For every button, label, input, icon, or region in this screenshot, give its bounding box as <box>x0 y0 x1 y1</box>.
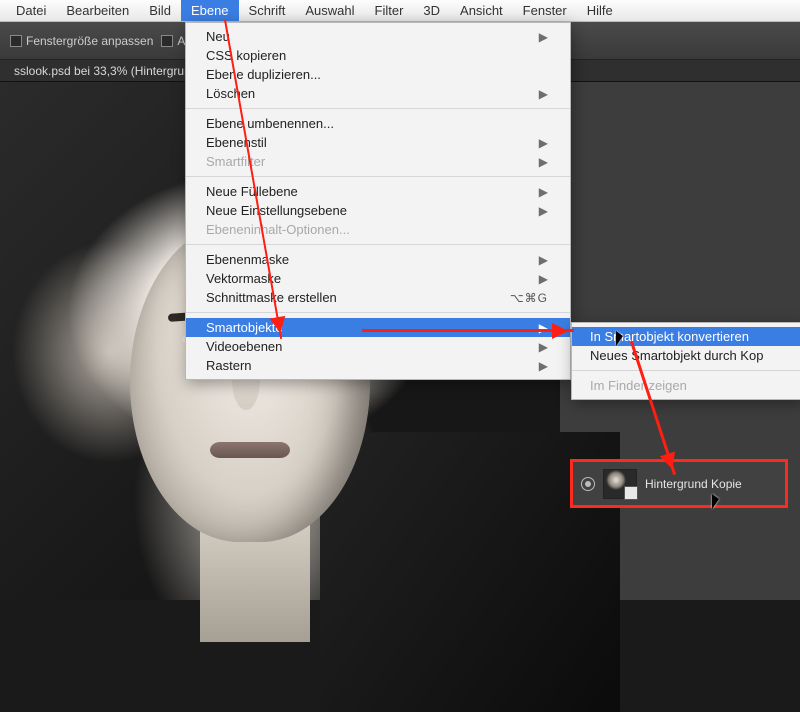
submenu-item: Im Finder zeigen <box>572 376 800 395</box>
submenu-arrow-icon: ▶ <box>539 340 548 354</box>
layer-name-label[interactable]: Hintergrund Kopie <box>645 477 742 491</box>
menu-fenster[interactable]: Fenster <box>513 0 577 21</box>
shortcut-label: ⌥⌘G <box>510 291 548 305</box>
annotation-arrow <box>362 329 574 332</box>
menu-item-label: Rastern <box>206 358 252 373</box>
layer-menu-dropdown: Neu▶ CSS kopieren Ebene duplizieren... Lösc… <box>185 22 571 380</box>
menu-item[interactable]: Vektormaske▶ <box>186 269 570 288</box>
menu-item[interactable]: Neu▶ <box>186 27 570 46</box>
menu-item[interactable]: CSS kopieren <box>186 46 570 65</box>
menu-separator <box>186 312 570 313</box>
document-tab-label: sslook.psd bei 33,3% (Hintergrun <box>14 64 191 78</box>
menu-item: Smartfilter ▶ <box>186 152 570 171</box>
submenu-arrow-icon: ▶ <box>539 321 548 335</box>
visibility-eye-icon[interactable] <box>581 477 595 491</box>
submenu-arrow-icon: ▶ <box>539 253 548 267</box>
menu-item-label: Smartfilter <box>206 154 265 169</box>
submenu-arrow-icon: ▶ <box>539 204 548 218</box>
menu-separator <box>186 244 570 245</box>
cursor-icon <box>712 494 719 509</box>
menu-item[interactable]: Ebene duplizieren... <box>186 65 570 84</box>
submenu-arrow-icon: ▶ <box>539 30 548 44</box>
menu-item-label: CSS kopieren <box>206 48 286 63</box>
menu-separator <box>186 176 570 177</box>
menu-item-label: Ebeneninhalt-Optionen... <box>206 222 350 237</box>
menu-datei[interactable]: Datei <box>6 0 56 21</box>
menu-item-label: Neue Einstellungsebene <box>206 203 347 218</box>
submenu-item[interactable]: In Smartobjekt konvertieren <box>572 327 800 346</box>
menu-filter[interactable]: Filter <box>365 0 414 21</box>
menu-item[interactable]: Smartobjekte▶ <box>186 318 570 337</box>
fit-window-label: Fenstergröße anpassen <box>26 34 153 48</box>
menu-item-label: Neue Füllebene <box>206 184 298 199</box>
menu-separator <box>186 108 570 109</box>
smartobject-submenu: In Smartobjekt konvertierenNeues Smartob… <box>571 322 800 400</box>
submenu-arrow-icon: ▶ <box>539 272 548 286</box>
menu-item[interactable]: Neue Füllebene ▶ <box>186 182 570 201</box>
submenu-arrow-icon: ▶ <box>539 185 548 199</box>
submenu-item[interactable]: Neues Smartobjekt durch Kop <box>572 346 800 365</box>
menu-hilfe[interactable]: Hilfe <box>577 0 623 21</box>
checkbox-icon[interactable] <box>161 35 173 47</box>
menu-item-label: Ebene duplizieren... <box>206 67 321 82</box>
menu-item: Ebeneninhalt-Optionen... <box>186 220 570 239</box>
submenu-arrow-icon: ▶ <box>539 136 548 150</box>
menu-item-label: Ebene umbenennen... <box>206 116 334 131</box>
checkbox-icon[interactable] <box>10 35 22 47</box>
menu-ansicht[interactable]: Ansicht <box>450 0 513 21</box>
menu-bar: DateiBearbeitenBildEbeneSchriftAuswahlFi… <box>0 0 800 22</box>
submenu-arrow-icon: ▶ <box>539 155 548 169</box>
menu-bearbeiten[interactable]: Bearbeiten <box>56 0 139 21</box>
menu-item[interactable]: Rastern ▶ <box>186 356 570 375</box>
menu-item-label: Ebenenmaske <box>206 252 289 267</box>
menu-ebene[interactable]: Ebene <box>181 0 239 21</box>
cursor-icon <box>616 331 623 346</box>
menu-separator <box>572 370 800 371</box>
menu-item-label: Ebenenstil <box>206 135 267 150</box>
layer-thumbnail[interactable] <box>603 469 637 499</box>
menu-auswahl[interactable]: Auswahl <box>295 0 364 21</box>
menu-3d[interactable]: 3D <box>413 0 450 21</box>
menu-item[interactable]: Ebenenmaske ▶ <box>186 250 570 269</box>
menu-bild[interactable]: Bild <box>139 0 181 21</box>
menu-item[interactable]: Schnittmaske erstellen⌥⌘G <box>186 288 570 307</box>
fit-window-option[interactable]: Fenstergröße anpassen <box>10 34 153 48</box>
submenu-arrow-icon: ▶ <box>539 359 548 373</box>
menu-item[interactable]: Löschen ▶ <box>186 84 570 103</box>
menu-item-label: Löschen <box>206 86 255 101</box>
menu-item-label: Videoebenen <box>206 339 282 354</box>
menu-schrift[interactable]: Schrift <box>239 0 296 21</box>
menu-item[interactable]: Neue Einstellungsebene ▶ <box>186 201 570 220</box>
submenu-arrow-icon: ▶ <box>539 87 548 101</box>
menu-item[interactable]: Videoebenen ▶ <box>186 337 570 356</box>
